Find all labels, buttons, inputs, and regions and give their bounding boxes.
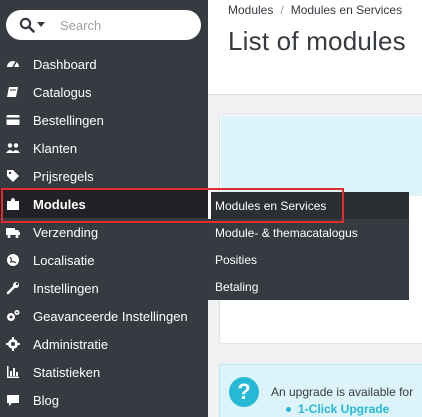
submenu-item-label: Modules en Services xyxy=(215,199,327,213)
sidebar-item-label: Verzending xyxy=(33,225,99,240)
sidebar: Dashboard Catalogus Bestellingen Klanten… xyxy=(0,0,208,417)
modules-submenu: Modules en Services Module- & themacatal… xyxy=(208,192,409,300)
tags-icon xyxy=(6,169,20,183)
sidebar-item-prijsregels[interactable]: Prijsregels xyxy=(0,162,208,190)
submenu-item-label: Posities xyxy=(215,253,258,267)
wrench-icon xyxy=(6,281,20,295)
sidebar-item-label: Modules xyxy=(33,197,86,212)
breadcrumb: Modules / Modules en Services xyxy=(228,3,402,17)
submenu-item-module-themacatalogus[interactable]: Module- & themacatalogus xyxy=(208,219,409,246)
breadcrumb-separator: / xyxy=(280,3,284,17)
submenu-item-label: Betaling xyxy=(215,280,259,294)
info-panel xyxy=(221,116,422,196)
submenu-item-posities[interactable]: Posities xyxy=(208,246,409,273)
sidebar-item-label: Blog xyxy=(33,393,60,408)
sidebar-item-label: Instellingen xyxy=(33,281,99,296)
users-icon xyxy=(6,141,20,155)
search-icon[interactable] xyxy=(19,17,35,33)
search-box[interactable] xyxy=(6,10,201,40)
alert-text: An upgrade is available for xyxy=(271,385,414,399)
sidebar-item-label: Geavanceerde Instellingen xyxy=(33,309,188,324)
puzzle-icon xyxy=(6,197,20,211)
truck-icon xyxy=(6,225,20,239)
comment-icon xyxy=(6,393,20,407)
submenu-item-modules-en-services[interactable]: Modules en Services xyxy=(208,192,409,219)
submenu-item-betaling[interactable]: Betaling xyxy=(208,273,409,300)
sidebar-item-label: Bestellingen xyxy=(33,113,104,128)
page-title: List of modules xyxy=(228,26,406,56)
sidebar-item-verzending[interactable]: Verzending xyxy=(0,218,208,246)
cogs-icon xyxy=(6,309,20,323)
search-input[interactable] xyxy=(60,15,190,35)
globe-icon xyxy=(6,253,20,267)
sidebar-item-label: Statistieken xyxy=(33,365,101,380)
sidebar-item-catalogus[interactable]: Catalogus xyxy=(0,78,208,106)
sidebar-item-blog[interactable]: Blog xyxy=(0,386,208,414)
one-click-upgrade-link[interactable]: 1-Click Upgrade xyxy=(298,402,389,416)
sidebar-item-label: Localisatie xyxy=(33,253,95,268)
sidebar-item-dashboard[interactable]: Dashboard xyxy=(0,50,208,78)
submenu-item-label: Module- & themacatalogus xyxy=(215,226,358,240)
credit-card-icon xyxy=(6,113,20,127)
sidebar-item-label: Dashboard xyxy=(33,57,97,72)
gear-icon xyxy=(6,337,20,351)
sidebar-item-administratie[interactable]: Administratie xyxy=(0,330,208,358)
chevron-down-icon[interactable] xyxy=(37,22,45,27)
sidebar-menu: Dashboard Catalogus Bestellingen Klanten… xyxy=(0,50,208,414)
sidebar-item-label: Prijsregels xyxy=(33,169,94,184)
sidebar-item-label: Catalogus xyxy=(33,85,92,100)
sidebar-item-geavanceerde-instellingen[interactable]: Geavanceerde Instellingen xyxy=(0,302,208,330)
sidebar-item-label: Administratie xyxy=(33,337,109,352)
bullet-icon xyxy=(286,407,291,412)
breadcrumb-item[interactable]: Modules xyxy=(228,3,273,17)
upgrade-alert: ? An upgrade is available for 1-Click Up… xyxy=(219,364,422,417)
sidebar-item-statistieken[interactable]: Statistieken xyxy=(0,358,208,386)
sidebar-item-localisatie[interactable]: Localisatie xyxy=(0,246,208,274)
page-header: Modules / Modules en Services List of modu… xyxy=(208,0,422,95)
bar-chart-icon xyxy=(6,365,20,379)
sidebar-item-klanten[interactable]: Klanten xyxy=(0,134,208,162)
question-icon: ? xyxy=(229,377,259,407)
sidebar-item-label: Klanten xyxy=(33,141,78,156)
sidebar-item-bestellingen[interactable]: Bestellingen xyxy=(0,106,208,134)
breadcrumb-item[interactable]: Modules en Services xyxy=(291,3,402,17)
dashboard-icon xyxy=(6,57,20,71)
sidebar-item-modules[interactable]: Modules xyxy=(0,190,208,218)
book-icon xyxy=(6,85,20,99)
sidebar-item-instellingen[interactable]: Instellingen xyxy=(0,274,208,302)
